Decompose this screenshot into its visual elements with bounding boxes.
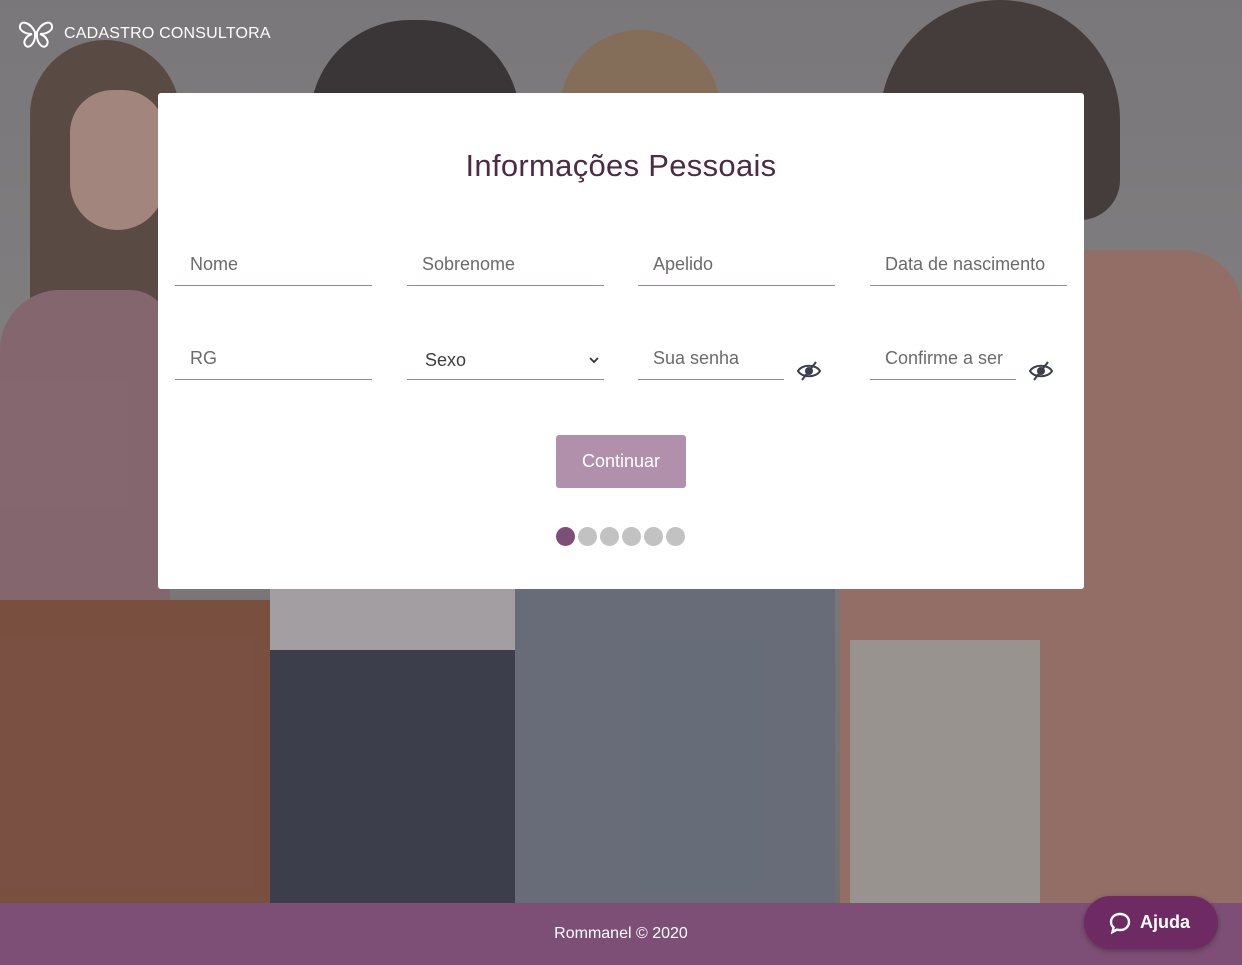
step-dot [578,527,597,546]
step-dot [622,527,641,546]
step-indicator [556,527,696,547]
confirm-password-placeholder: Confirme a ser [885,348,1004,368]
sobrenome-placeholder: Sobrenome [422,254,516,274]
nome-field[interactable]: Nome [175,248,372,286]
eye-slash-icon[interactable] [1028,360,1054,382]
footer-copyright: Rommanel © 2020 [554,925,688,942]
chat-bubble-icon [1109,912,1131,934]
apelido-field[interactable]: Apelido [638,248,835,286]
continue-button[interactable]: Continuar [556,435,686,488]
birthdate-field[interactable]: Data de nascimento [870,248,1067,286]
rg-field[interactable]: RG [175,342,372,380]
sexo-select[interactable]: Sexo [407,342,604,380]
help-label: Ajuda [1140,912,1191,932]
nome-placeholder: Nome [190,254,239,274]
footer: Rommanel © 2020 [0,903,1242,965]
personal-info-card: Informações Pessoais Nome Sobrenome Apel… [158,93,1084,589]
step-dot [600,527,619,546]
rg-placeholder: RG [190,348,217,368]
step-dot [556,527,575,546]
step-dot [666,527,685,546]
sobrenome-field[interactable]: Sobrenome [407,248,604,286]
password-placeholder: Sua senha [653,348,740,368]
password-field[interactable]: Sua senha [638,342,784,380]
brand-header[interactable]: CADASTRO CONSULTORA [18,18,271,50]
apelido-placeholder: Apelido [653,254,714,274]
chevron-down-icon [589,357,599,364]
page-title: Informações Pessoais [465,148,777,183]
brand-title: CADASTRO CONSULTORA [64,25,271,42]
eye-slash-icon[interactable] [796,360,822,382]
sexo-selected-value: Sexo [425,350,467,370]
butterfly-logo-icon [18,21,54,48]
birthdate-placeholder: Data de nascimento [885,254,1046,274]
step-dot [644,527,663,546]
confirm-password-field[interactable]: Confirme a ser [870,342,1016,380]
help-button[interactable]: Ajuda [1084,896,1218,949]
